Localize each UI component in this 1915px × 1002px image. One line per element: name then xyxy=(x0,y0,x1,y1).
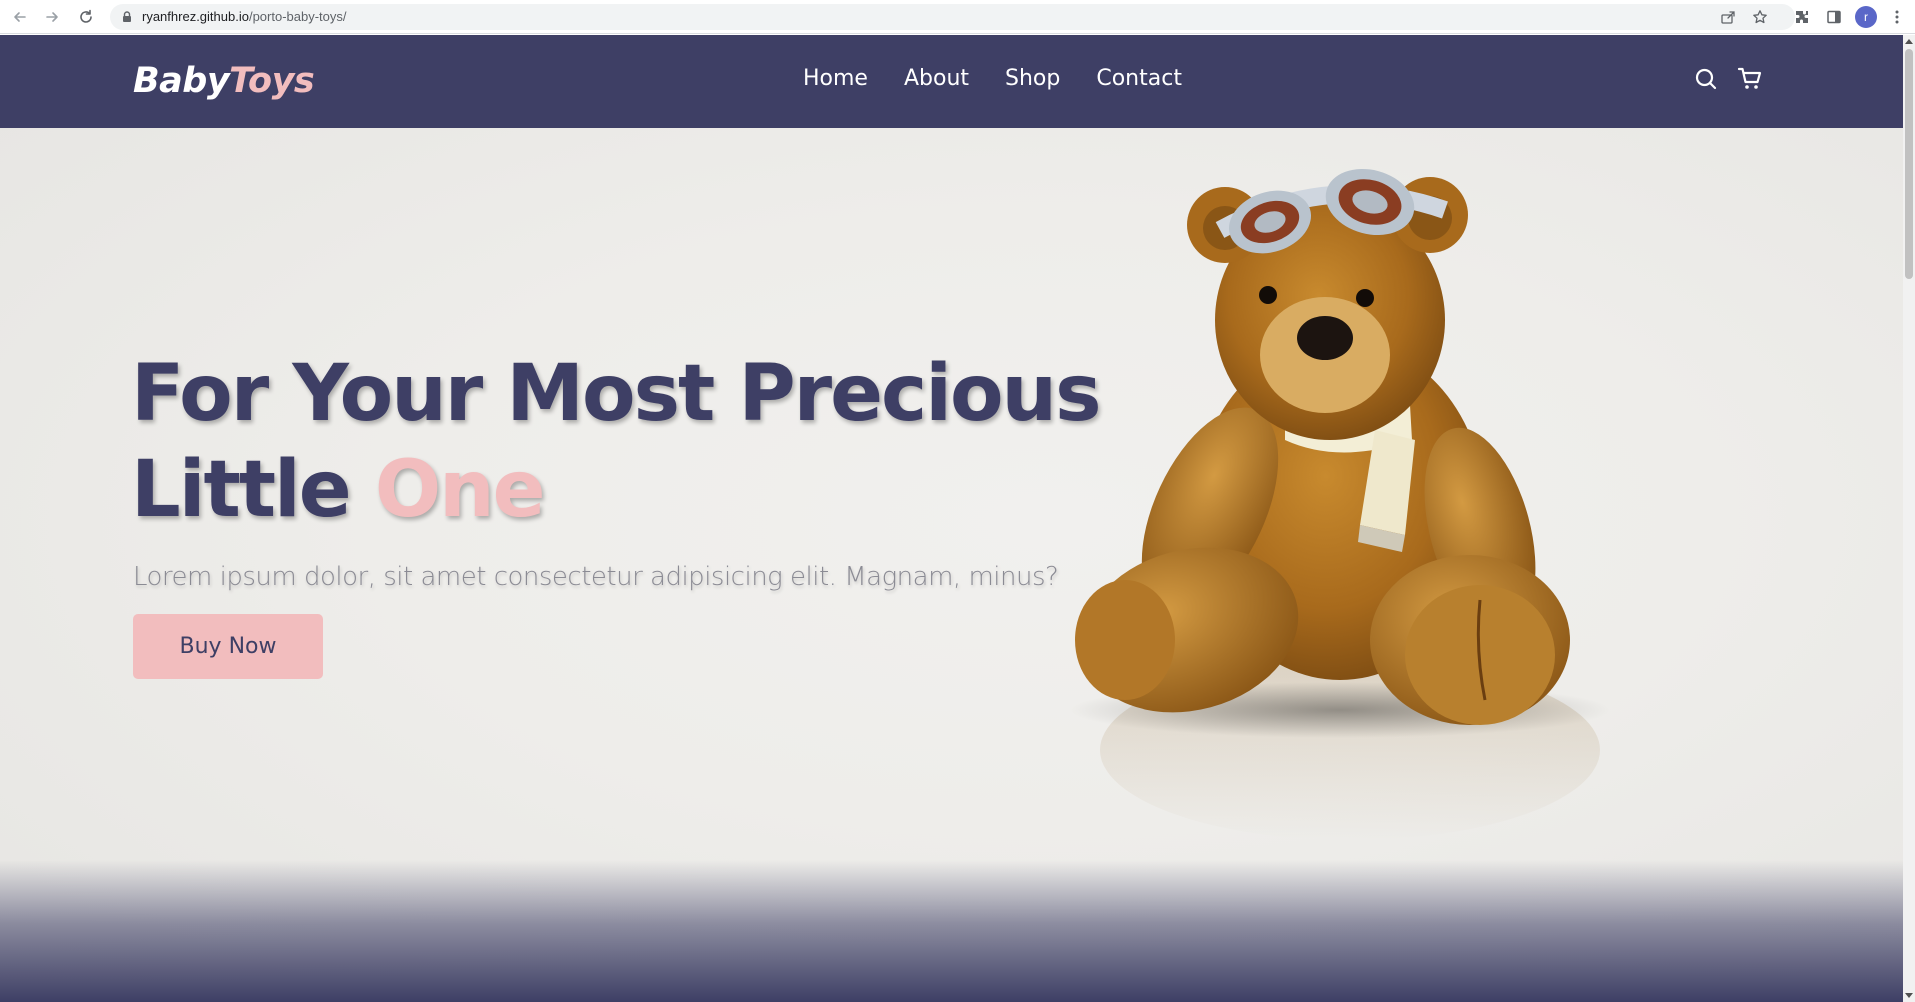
reload-button[interactable] xyxy=(74,5,98,29)
forward-arrow-icon xyxy=(46,12,58,22)
hero-title-line1: For Your Most Precious xyxy=(131,349,1102,439)
nav-contact[interactable]: Contact xyxy=(1096,59,1182,99)
browser-menu-button[interactable] xyxy=(1887,5,1907,29)
side-panel-icon xyxy=(1827,10,1841,24)
logo-baby: Baby xyxy=(133,61,230,101)
hero-bottom-gradient xyxy=(0,860,1903,1002)
logo-toys: Toys xyxy=(229,61,315,101)
browser-toolbar: ryanfhrez.github.io/porto-baby-toys/ r xyxy=(0,0,1915,34)
cart-icon xyxy=(1737,67,1762,89)
url-host: ryanfhrez.github.io xyxy=(142,9,249,24)
scroll-up-arrow[interactable] xyxy=(1903,35,1915,47)
extensions-button[interactable] xyxy=(1790,5,1814,29)
scroll-down-icon xyxy=(1905,993,1913,998)
side-panel-button[interactable] xyxy=(1822,5,1846,29)
url-text[interactable]: ryanfhrez.github.io/porto-baby-toys/ xyxy=(142,4,347,30)
hero-title: For Your Most Precious Little One xyxy=(131,346,1111,538)
brand-logo[interactable]: BabyToys xyxy=(133,57,315,105)
page-scrollbar[interactable] xyxy=(1903,35,1915,1002)
back-arrow-icon xyxy=(14,12,26,22)
star-icon[interactable] xyxy=(1752,9,1768,25)
menu-dots-icon xyxy=(1895,10,1899,24)
share-icon[interactable] xyxy=(1720,9,1736,25)
hero-title-line2a: Little xyxy=(131,445,352,535)
scroll-thumb[interactable] xyxy=(1905,49,1913,279)
nav-home[interactable]: Home xyxy=(803,59,868,99)
hero-section: For Your Most Precious Little One Lorem … xyxy=(0,128,1903,1002)
profile-avatar[interactable]: r xyxy=(1855,6,1877,28)
back-button[interactable] xyxy=(8,5,32,29)
reload-icon xyxy=(80,9,92,23)
teddy-bear-image xyxy=(1070,168,1610,840)
nav-shop[interactable]: Shop xyxy=(1005,59,1060,99)
search-icon xyxy=(1695,68,1717,90)
extensions-icon xyxy=(1796,11,1808,23)
website-viewport: BabyToys Home About Shop Contact For You… xyxy=(0,35,1903,1002)
cart-button[interactable] xyxy=(1734,63,1766,95)
address-bar[interactable]: ryanfhrez.github.io/porto-baby-toys/ xyxy=(110,4,1795,30)
url-path: /porto-baby-toys/ xyxy=(248,9,347,24)
buy-now-button[interactable]: Buy Now xyxy=(133,614,323,679)
scroll-up-icon xyxy=(1905,39,1913,44)
search-button[interactable] xyxy=(1690,63,1722,95)
nav-about[interactable]: About xyxy=(904,59,969,99)
forward-button[interactable] xyxy=(40,5,64,29)
site-header: BabyToys Home About Shop Contact xyxy=(0,35,1903,128)
lock-icon xyxy=(123,11,131,22)
hero-subtitle: Lorem ipsum dolor, sit amet consectetur … xyxy=(133,562,1059,592)
hero-title-accent: One xyxy=(374,445,546,535)
scroll-down-arrow[interactable] xyxy=(1903,990,1915,1002)
main-nav: Home About Shop Contact xyxy=(803,59,1218,99)
